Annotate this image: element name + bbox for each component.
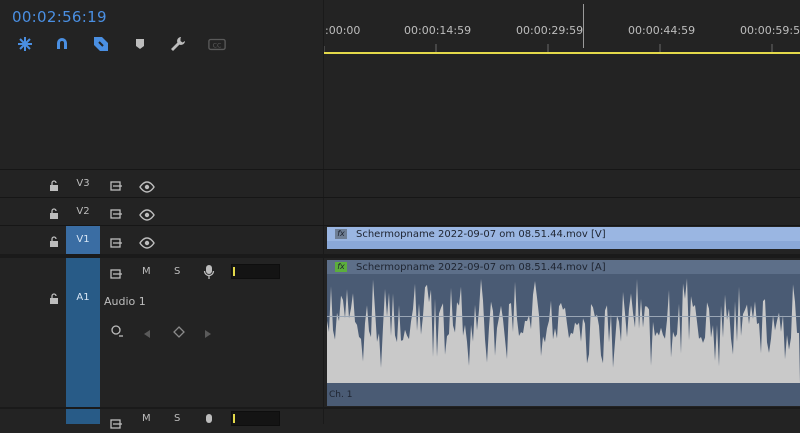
mute-button[interactable]: M [142, 266, 151, 277]
track-separator [0, 197, 800, 198]
eye-icon[interactable] [139, 178, 155, 197]
track-name-a1: A1 [76, 292, 90, 303]
track-name-v2: V2 [76, 206, 90, 217]
playhead-line[interactable] [583, 4, 584, 48]
fx-badge[interactable]: fx [335, 262, 347, 272]
lock-icon[interactable] [48, 205, 60, 224]
ruler-label: 00:00:29:59 [516, 24, 584, 37]
track-target-a1[interactable]: A1 [66, 258, 100, 407]
video-clip[interactable]: fx Schermopname 2022-09-07 om 08.51.44.m… [327, 227, 800, 249]
wrench-icon[interactable] [169, 35, 187, 53]
keyframe-mode-icon[interactable] [110, 323, 124, 342]
playhead-timecode[interactable]: 00:02:56:19 [12, 8, 107, 26]
audio-meter [231, 264, 280, 279]
track-separator [0, 169, 800, 170]
microphone-icon[interactable] [203, 411, 215, 430]
track-name-v1: V1 [76, 234, 90, 245]
track-target-a2[interactable] [66, 409, 100, 424]
waveform-shape [327, 278, 800, 383]
clip-label: Schermopname 2022-09-07 om 08.51.44.mov … [356, 229, 606, 240]
sync-lock-icon[interactable] [110, 265, 124, 284]
audio-waveform [327, 278, 800, 383]
svg-text:CC: CC [213, 43, 222, 50]
sync-lock-icon[interactable] [110, 177, 124, 196]
magnet-icon[interactable] [53, 35, 71, 53]
mute-button[interactable]: M [142, 413, 151, 424]
ruler-label: :00:00 [325, 24, 361, 37]
add-keyframe-icon[interactable] [173, 323, 185, 342]
audio-clip[interactable]: fx Schermopname 2022-09-07 om 08.51.44.m… [327, 260, 800, 406]
work-area-bar[interactable] [324, 52, 800, 54]
sync-lock-icon[interactable] [110, 205, 124, 224]
track-separator [0, 407, 800, 409]
snap-icon[interactable] [16, 35, 34, 53]
solo-button[interactable]: S [174, 413, 180, 424]
lock-icon[interactable] [48, 233, 60, 252]
track-label-audio-1[interactable]: Audio 1 [104, 295, 146, 308]
captions-icon[interactable]: CC [208, 35, 226, 53]
next-keyframe-icon[interactable] [204, 324, 212, 343]
ruler-label: 00:00:59:59 [740, 24, 800, 37]
lock-icon[interactable] [48, 177, 60, 196]
marker-icon[interactable] [131, 35, 149, 53]
track-separator [0, 225, 800, 226]
panel-divider [323, 0, 324, 424]
volume-rubber-band[interactable] [327, 316, 800, 317]
lock-icon[interactable] [48, 290, 60, 309]
linked-selection-icon[interactable] [92, 35, 110, 53]
eye-icon[interactable] [139, 234, 155, 253]
eye-icon[interactable] [139, 206, 155, 225]
solo-button[interactable]: S [174, 266, 180, 277]
ruler-ticks [324, 44, 773, 52]
previous-keyframe-icon[interactable] [143, 324, 151, 343]
meter-level [233, 414, 235, 423]
ruler-label: 00:00:44:59 [628, 24, 696, 37]
video-audio-divider[interactable] [0, 254, 800, 258]
microphone-icon[interactable] [203, 264, 215, 284]
clip-label: Schermopname 2022-09-07 om 08.51.44.mov … [356, 262, 606, 273]
meter-level [233, 267, 235, 276]
ruler-label: 00:00:14:59 [404, 24, 472, 37]
track-name-v3: V3 [76, 178, 90, 189]
sync-lock-icon[interactable] [110, 234, 124, 253]
fx-badge[interactable]: fx [335, 229, 347, 239]
track-target-v1[interactable]: V1 [66, 226, 100, 254]
channel-label: Ch. 1 [329, 390, 353, 400]
